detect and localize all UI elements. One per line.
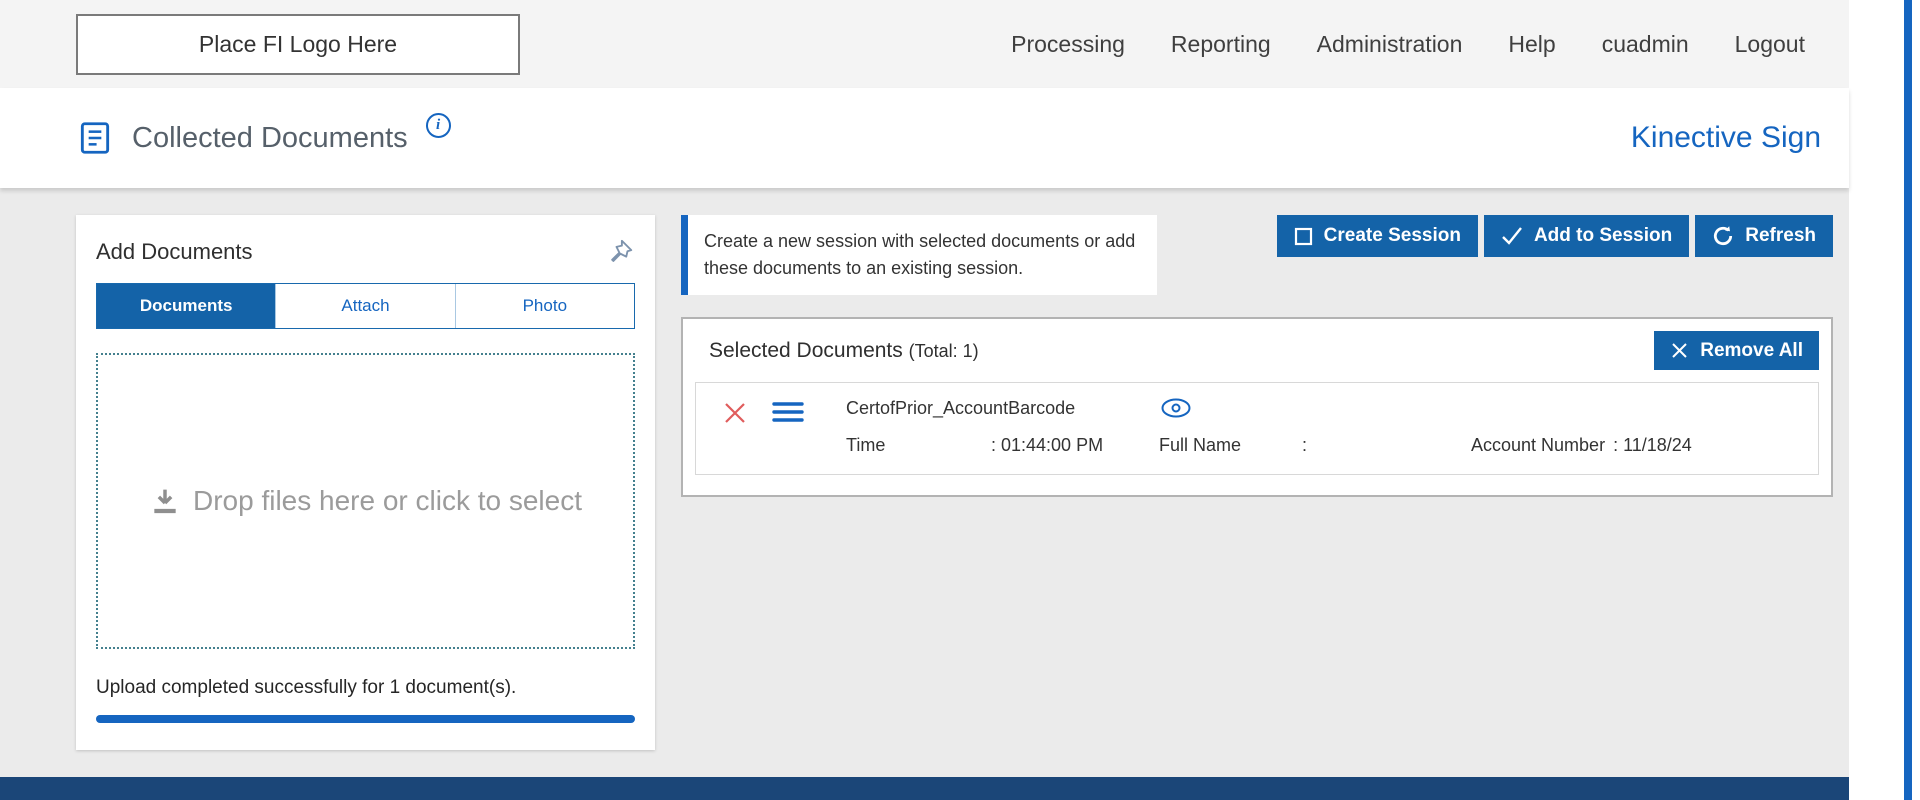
page-title-group: Collected Documents i [76, 88, 451, 188]
nav-item-administration[interactable]: Administration [1317, 31, 1463, 58]
nav-item-cuadmin[interactable]: cuadmin [1602, 31, 1689, 58]
page: Place FI Logo Here Processing Reporting … [0, 0, 1849, 800]
tab-documents[interactable]: Documents [97, 284, 276, 328]
brand-kinective-sign: Kinective Sign [1630, 121, 1821, 154]
file-dropzone[interactable]: Drop files here or click to select [96, 353, 635, 649]
selected-documents-title: Selected Documents (Total: 1) [709, 339, 979, 363]
footer-bar [0, 777, 1849, 800]
full-name-label: Full Name [1159, 435, 1242, 455]
document-lines-icon [76, 119, 114, 157]
remove-all-label: Remove All [1700, 339, 1803, 361]
document-file-name: CertofPrior_AccountBarcode [846, 397, 1076, 418]
check-icon [1501, 226, 1523, 246]
document-full-name: Full Name : [1159, 435, 1471, 456]
session-top-row: Create a new session with selected docum… [681, 215, 1833, 295]
remove-all-button[interactable]: Remove All [1654, 331, 1819, 370]
document-time: Time : 01:44:00 PM [846, 435, 1159, 456]
create-session-button[interactable]: Create Session [1276, 215, 1478, 257]
info-icon[interactable]: i [425, 112, 451, 138]
create-session-label: Create Session [1323, 225, 1461, 246]
document-row-content: CertofPrior_AccountBarcode Time : 01:44:… [846, 397, 1818, 456]
vertical-scrollbar[interactable] [1904, 0, 1912, 800]
top-bar: Place FI Logo Here Processing Reporting … [0, 0, 1849, 88]
document-row-actions [696, 397, 846, 456]
add-to-session-button[interactable]: Add to Session [1483, 215, 1690, 257]
nav-item-help[interactable]: Help [1508, 31, 1555, 58]
red-close-icon[interactable] [722, 400, 748, 426]
fi-logo-placeholder: Place FI Logo Here [76, 14, 520, 75]
session-column: Create a new session with selected docum… [681, 215, 1833, 497]
hamburger-icon[interactable] [772, 400, 804, 424]
add-to-session-label: Add to Session [1533, 225, 1673, 246]
upload-status-text: Upload completed successfully for 1 docu… [96, 677, 517, 698]
nav-item-logout[interactable]: Logout [1735, 31, 1805, 58]
refresh-icon [1712, 225, 1734, 247]
fi-logo-text: Place FI Logo Here [198, 31, 398, 57]
main-nav: Processing Reporting Administration Help… [1011, 0, 1805, 88]
refresh-button[interactable]: Refresh [1695, 215, 1833, 257]
tab-attach[interactable]: Attach [275, 284, 455, 328]
full-name-value: : [1302, 435, 1308, 455]
nav-item-reporting[interactable]: Reporting [1171, 31, 1271, 58]
account-number-label: Account Number [1471, 435, 1606, 455]
tab-photo[interactable]: Photo [454, 284, 634, 328]
selected-documents-total: (Total: 1) [908, 340, 979, 361]
page-title: Collected Documents [132, 121, 408, 154]
selected-documents-title-text: Selected Documents [709, 338, 903, 362]
close-icon [1670, 341, 1689, 360]
pushpin-icon[interactable] [605, 237, 635, 267]
square-icon [1294, 227, 1313, 246]
account-number-value: : 11/18/24 [1613, 435, 1692, 455]
dropzone-text: Drop files here or click to select [192, 485, 583, 516]
document-row: CertofPrior_AccountBarcode Time : 01:44:… [695, 382, 1819, 475]
time-value: : 01:44:00 PM [991, 435, 1104, 455]
session-buttons: Create Session Add to Session Refresh [1276, 215, 1833, 257]
document-account-number: Account Number : 11/18/24 [1471, 435, 1818, 456]
time-label: Time [846, 435, 886, 455]
upload-progress-bar [96, 715, 635, 723]
sub-header: Collected Documents i Kinective Sign [0, 88, 1849, 188]
eye-icon[interactable] [1159, 397, 1471, 419]
nav-item-processing[interactable]: Processing [1011, 31, 1125, 58]
content-area: Add Documents Documents Attach Photo Dro… [0, 188, 1849, 777]
refresh-label: Refresh [1745, 225, 1816, 246]
add-documents-tabs: Documents Attach Photo [96, 283, 635, 329]
add-documents-card: Add Documents Documents Attach Photo Dro… [76, 215, 655, 750]
selected-documents-panel: Selected Documents (Total: 1) Remove All [681, 317, 1833, 497]
session-info-box: Create a new session with selected docum… [681, 215, 1157, 295]
add-documents-header: Add Documents [96, 237, 635, 267]
download-icon [149, 485, 181, 517]
add-documents-title: Add Documents [96, 239, 253, 264]
selected-documents-header: Selected Documents (Total: 1) Remove All [695, 331, 1819, 370]
